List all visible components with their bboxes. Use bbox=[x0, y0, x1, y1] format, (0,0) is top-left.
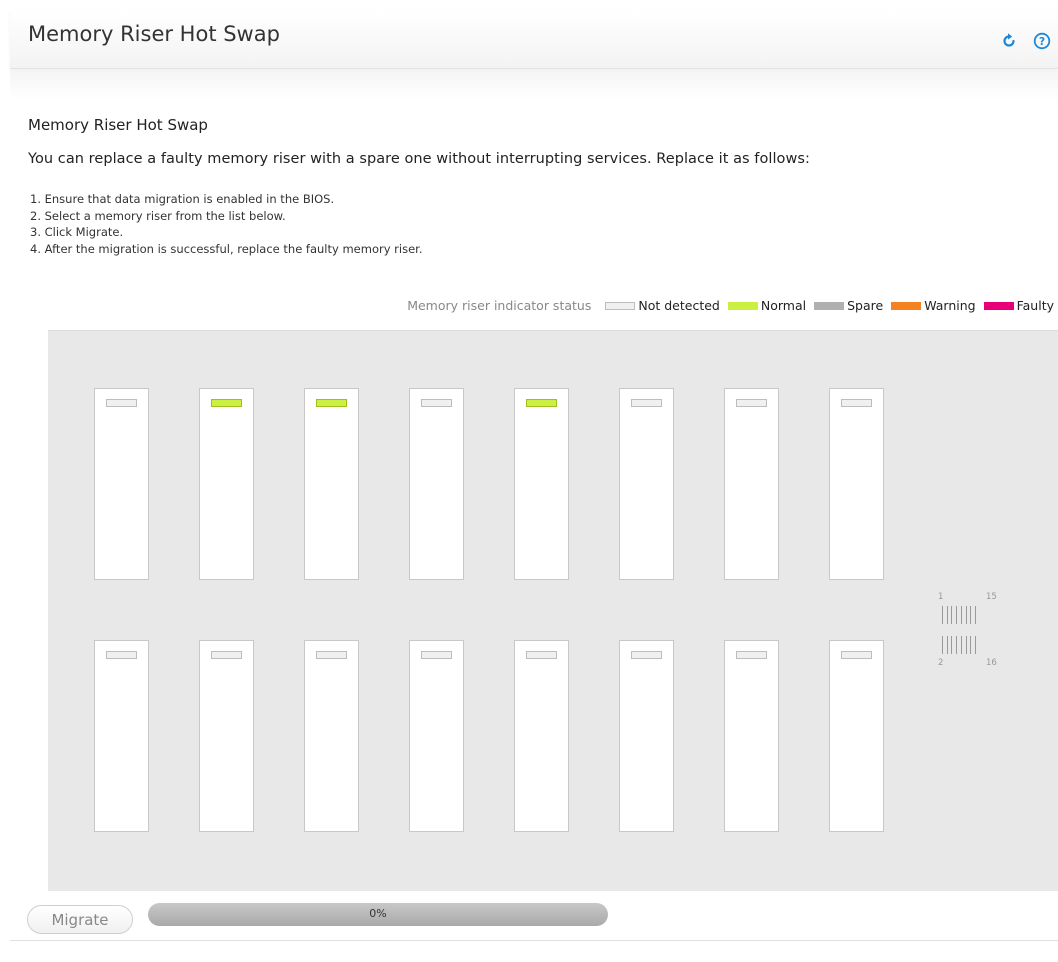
mini-map-label: 16 bbox=[986, 658, 997, 668]
legend-item-spare: Spare bbox=[814, 298, 883, 313]
legend-label: Not detected bbox=[638, 298, 720, 313]
riser-status-indicator bbox=[106, 399, 137, 407]
legend-swatch-warning bbox=[891, 301, 922, 310]
memory-riser[interactable] bbox=[619, 388, 674, 580]
riser-status-indicator bbox=[841, 399, 872, 407]
page-title: Memory Riser Hot Swap bbox=[28, 22, 280, 46]
svg-text:?: ? bbox=[1039, 36, 1045, 48]
legend-swatch-faulty bbox=[983, 301, 1014, 310]
riser-status-indicator bbox=[421, 399, 452, 407]
legend-item-faulty: Faulty bbox=[983, 298, 1054, 313]
refresh-icon[interactable] bbox=[1000, 32, 1018, 50]
step-item: 4. After the migration is successful, re… bbox=[30, 241, 423, 256]
intro-text: You can replace a faulty memory riser wi… bbox=[28, 151, 810, 167]
help-icon[interactable]: ? bbox=[1033, 32, 1051, 50]
riser-status-indicator bbox=[211, 651, 242, 659]
step-item: 1. Ensure that data migration is enabled… bbox=[30, 192, 335, 206]
memory-riser[interactable] bbox=[619, 640, 674, 832]
memory-riser[interactable] bbox=[409, 640, 464, 832]
step-item: 2. Select a memory riser from the list b… bbox=[30, 208, 286, 223]
page-header: Memory Riser Hot Swap bbox=[10, 10, 1058, 69]
riser-status-indicator bbox=[421, 651, 452, 659]
riser-status-indicator bbox=[631, 651, 662, 659]
legend-item-normal: Normal bbox=[727, 298, 807, 313]
legend-item-not-detected: Not detected bbox=[605, 298, 720, 313]
legend-label: Warning bbox=[924, 298, 976, 313]
mini-map-bottom-slots bbox=[942, 636, 976, 654]
memory-riser[interactable] bbox=[94, 640, 149, 832]
memory-riser[interactable] bbox=[514, 388, 569, 580]
indicator-legend: Memory riser indicator status Not detect… bbox=[407, 298, 1054, 313]
riser-status-indicator bbox=[106, 651, 137, 659]
riser-status-indicator bbox=[631, 399, 662, 407]
riser-status-indicator bbox=[736, 651, 767, 659]
memory-riser[interactable] bbox=[409, 388, 464, 580]
riser-status-indicator bbox=[526, 399, 557, 407]
legend-caption: Memory riser indicator status bbox=[407, 298, 592, 313]
memory-riser[interactable] bbox=[829, 388, 884, 580]
memory-riser[interactable] bbox=[199, 388, 254, 580]
legend-label: Faulty bbox=[1016, 298, 1054, 313]
memory-riser[interactable] bbox=[829, 640, 884, 832]
riser-status-indicator bbox=[316, 651, 347, 659]
legend-swatch-spare bbox=[814, 301, 845, 310]
steps-list: 1. Ensure that data migration is enabled… bbox=[30, 191, 423, 257]
mini-map-top-slots bbox=[942, 606, 976, 624]
memory-riser[interactable] bbox=[94, 388, 149, 580]
riser-status-indicator bbox=[736, 399, 767, 407]
riser-status-indicator bbox=[316, 399, 347, 407]
memory-riser[interactable] bbox=[724, 388, 779, 580]
mini-map-label: 2 bbox=[938, 658, 944, 668]
section-title: Memory Riser Hot Swap bbox=[28, 116, 208, 134]
legend-label: Spare bbox=[847, 298, 884, 313]
legend-label: Normal bbox=[760, 298, 807, 313]
memory-riser[interactable] bbox=[199, 640, 254, 832]
mini-map-label: 15 bbox=[986, 592, 997, 602]
legend-item-warning: Warning bbox=[891, 298, 976, 313]
legend-swatch-normal bbox=[727, 301, 758, 310]
riser-slot-map: 1 15 2 16 bbox=[930, 592, 1010, 672]
migrate-button[interactable]: Migrate bbox=[27, 905, 133, 934]
migration-progress-bar: 0% bbox=[148, 903, 608, 926]
memory-riser[interactable] bbox=[724, 640, 779, 832]
mini-map-label: 1 bbox=[938, 592, 944, 602]
riser-status-indicator bbox=[841, 651, 872, 659]
memory-riser[interactable] bbox=[304, 640, 359, 832]
riser-status-indicator bbox=[526, 651, 557, 659]
progress-text: 0% bbox=[369, 907, 387, 920]
memory-riser[interactable] bbox=[514, 640, 569, 832]
step-item: 3. Click Migrate. bbox=[30, 225, 124, 239]
memory-riser[interactable] bbox=[304, 388, 359, 580]
legend-swatch-not-detected bbox=[605, 301, 636, 310]
riser-status-indicator bbox=[211, 399, 242, 407]
